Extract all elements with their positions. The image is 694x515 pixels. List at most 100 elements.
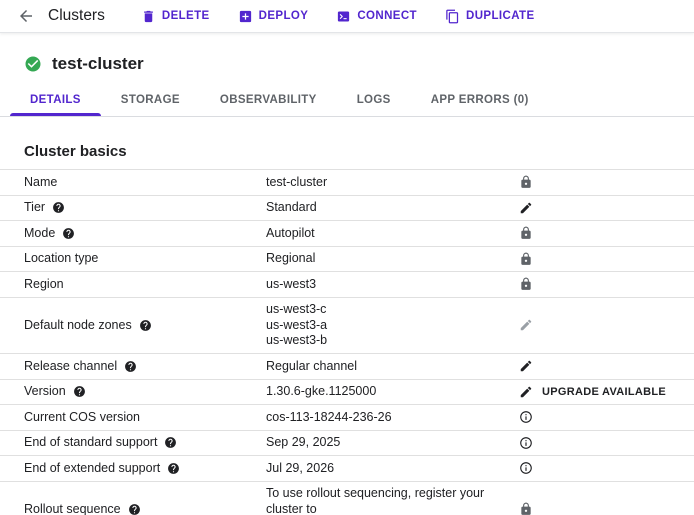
toolbar-button-duplicate[interactable]: DUPLICATE [445, 9, 535, 24]
table-row: Mode Autopilot [0, 220, 694, 246]
pencil-icon[interactable] [519, 201, 533, 215]
toolbar-button-connect[interactable]: CONNECT [336, 9, 417, 24]
pencil-icon[interactable] [519, 359, 533, 373]
table-row: End of extended support Jul 29, 2026 [0, 455, 694, 481]
lock-icon [519, 175, 533, 189]
upgrade-available-link[interactable]: UPGRADE AVAILABLE [542, 386, 666, 398]
cluster-name: test-cluster [52, 54, 144, 74]
table-row: End of standard support Sep 29, 2025 [0, 430, 694, 456]
table-row: Name test-cluster [0, 169, 694, 195]
table-row: Location type Regional [0, 246, 694, 272]
row-value: 1.30.6-gke.1125000 [266, 384, 518, 400]
row-label: Location type [24, 251, 98, 267]
tab-logs[interactable]: LOGS [337, 85, 411, 116]
arrow-back-icon [17, 7, 35, 25]
row-value-line: us-west3-b [266, 333, 518, 349]
toolbar-button-delete[interactable]: DELETE [141, 9, 210, 24]
main-content: test-cluster DETAILSSTORAGEOBSERVABILITY… [0, 33, 694, 515]
help-icon[interactable] [128, 503, 141, 515]
row-value-line: Regional [266, 251, 518, 267]
section-title: Cluster basics [0, 143, 694, 160]
info-icon[interactable] [519, 436, 533, 450]
toolbar-button-label: DELETE [162, 10, 210, 22]
lock-icon [519, 226, 533, 240]
pencil-icon [519, 318, 533, 332]
row-value-line: Jul 29, 2026 [266, 461, 518, 477]
pencil-icon[interactable] [519, 385, 533, 399]
table-row: Default node zones us-west3-cus-west3-au… [0, 297, 694, 354]
tab-details[interactable]: DETAILS [10, 85, 101, 116]
row-value-line: us-west3-a [266, 318, 518, 334]
toolbar-button-label: CONNECT [357, 10, 417, 22]
help-icon[interactable] [164, 436, 177, 449]
row-label: Version [24, 384, 66, 400]
row-value: test-cluster [266, 175, 518, 191]
copy-icon [445, 9, 460, 24]
help-icon[interactable] [73, 385, 86, 398]
info-icon[interactable] [519, 461, 533, 475]
row-value: cos-113-18244-236-26 [266, 410, 518, 426]
row-value-line: To use rollout sequencing, register your… [266, 486, 518, 515]
row-value-line: Autopilot [266, 226, 518, 242]
row-value-line: 1.30.6-gke.1125000 [266, 384, 518, 400]
row-value: Sep 29, 2025 [266, 435, 518, 451]
row-value-line: us-west3-c [266, 302, 518, 318]
tab-storage[interactable]: STORAGE [101, 85, 200, 116]
row-value: Standard [266, 200, 518, 216]
help-icon[interactable] [62, 227, 75, 240]
row-value: us-west3 [266, 277, 518, 293]
table-row: Version 1.30.6-gke.1125000 UPGRADE AVAIL… [0, 379, 694, 405]
row-label: Tier [24, 200, 45, 216]
row-value: Regular channel [266, 359, 518, 375]
tab-observability[interactable]: OBSERVABILITY [200, 85, 337, 116]
table-row: Rollout sequence To use rollout sequenci… [0, 481, 694, 515]
row-value-line: cos-113-18244-236-26 [266, 410, 518, 426]
help-icon[interactable] [52, 201, 65, 214]
help-icon[interactable] [167, 462, 180, 475]
help-icon[interactable] [124, 360, 137, 373]
row-label: End of standard support [24, 435, 157, 451]
row-value: Autopilot [266, 226, 518, 242]
lock-icon [519, 252, 533, 266]
toolbar-button-label: DUPLICATE [466, 10, 535, 22]
row-label: Name [24, 175, 57, 191]
terminal-icon [336, 9, 351, 24]
tab-app-errors-0[interactable]: APP ERRORS (0) [411, 85, 549, 116]
row-value-line: us-west3 [266, 277, 518, 293]
tab-bar: DETAILSSTORAGEOBSERVABILITYLOGSAPP ERROR… [0, 85, 694, 117]
row-value: To use rollout sequencing, register your… [266, 486, 518, 515]
table-row: Region us-west3 [0, 271, 694, 297]
check-circle-icon [24, 55, 42, 73]
table-row: Release channel Regular channel [0, 353, 694, 379]
deploy-plus-icon [238, 9, 253, 24]
back-button[interactable] [12, 2, 40, 30]
row-label: Release channel [24, 359, 117, 375]
info-icon[interactable] [519, 410, 533, 424]
row-value-line: test-cluster [266, 175, 518, 191]
lock-icon [519, 502, 533, 515]
lock-icon [519, 277, 533, 291]
toolbar-button-label: DEPLOY [259, 10, 309, 22]
row-label: Rollout sequence [24, 502, 121, 515]
row-value-line: Regular channel [266, 359, 518, 375]
table-row: Current COS version cos-113-18244-236-26 [0, 404, 694, 430]
page-title: Clusters [48, 7, 105, 25]
cluster-basics-table: Name test-cluster Tier Standard Mode Aut… [0, 169, 694, 515]
trash-icon [141, 9, 156, 24]
row-label: Default node zones [24, 318, 132, 334]
row-value: Jul 29, 2026 [266, 461, 518, 477]
toolbar-actions: DELETE DEPLOY CONNECT DUPLICATE [141, 9, 535, 24]
row-value: us-west3-cus-west3-aus-west3-b [266, 302, 518, 349]
row-value: Regional [266, 251, 518, 267]
table-row: Tier Standard [0, 195, 694, 221]
help-icon[interactable] [139, 319, 152, 332]
row-label: Mode [24, 226, 55, 242]
row-value-line: Standard [266, 200, 518, 216]
row-value-line: Sep 29, 2025 [266, 435, 518, 451]
top-toolbar: Clusters DELETE DEPLOY CONNECT DUPLICATE [0, 0, 694, 33]
row-label: Current COS version [24, 410, 140, 426]
row-label: Region [24, 277, 64, 293]
cluster-header: test-cluster [0, 51, 694, 77]
row-label: End of extended support [24, 461, 160, 477]
toolbar-button-deploy[interactable]: DEPLOY [238, 9, 309, 24]
